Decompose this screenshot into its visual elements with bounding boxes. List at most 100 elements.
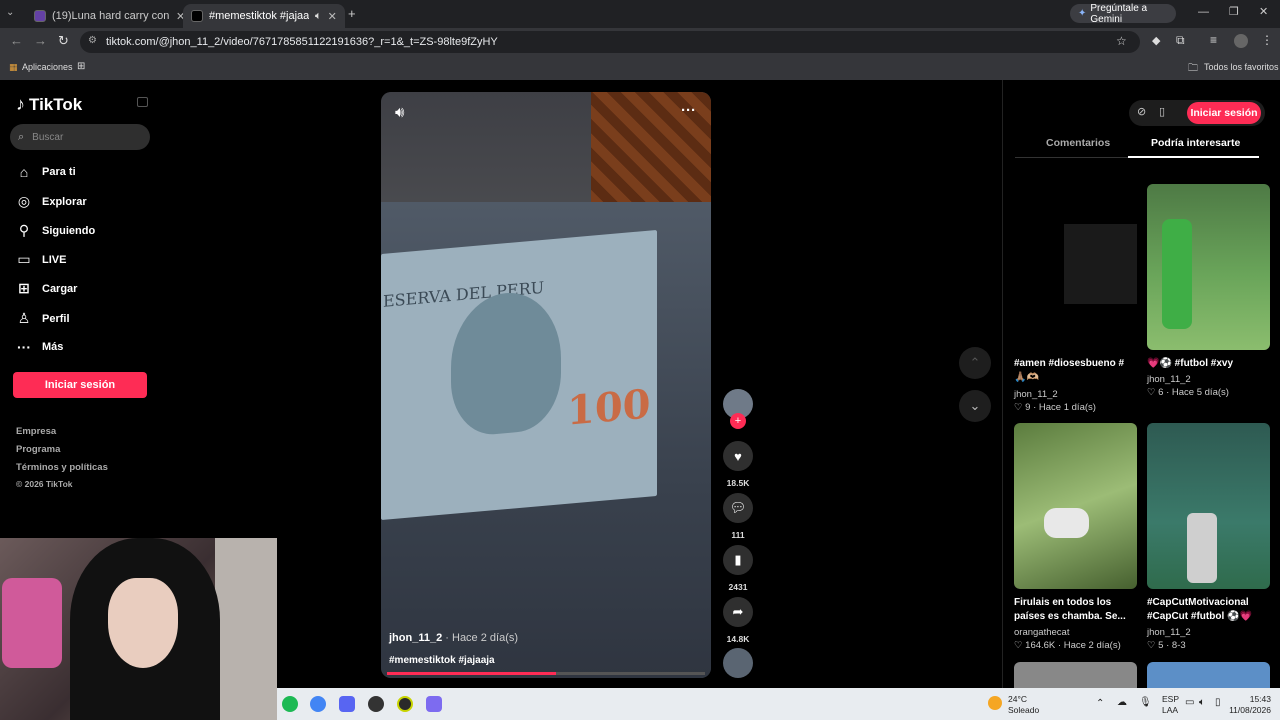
phone-icon[interactable]: ▯ (1159, 105, 1165, 118)
close-window-icon[interactable]: ✕ (1259, 5, 1268, 18)
tab-podria-interesarte[interactable]: Podría interesarte (1151, 137, 1240, 149)
bookmarks-bar: ▦ Aplicaciones ⊞ 🗀 Todos los favoritos (0, 56, 1280, 80)
speaker-icon[interactable]: 🔈︎ (315, 10, 322, 23)
more-icon: ··· (17, 339, 31, 355)
spotify-icon[interactable] (282, 696, 298, 712)
coin-icon[interactable]: ⊘ (1137, 105, 1146, 118)
close-icon[interactable]: ✕ (328, 10, 337, 23)
card-title[interactable]: 💗⚽ #futbol #xvy (1147, 357, 1265, 371)
more-options-icon[interactable]: ··· (681, 102, 696, 119)
lang-code[interactable]: ESP (1162, 694, 1179, 704)
card-author[interactable]: orangathecat (1014, 627, 1069, 638)
app-icon[interactable] (426, 696, 442, 712)
obs-icon[interactable] (368, 696, 384, 712)
next-video-icon[interactable]: ⌄ (959, 390, 991, 422)
all-bookmarks[interactable]: Todos los favoritos (1204, 62, 1279, 72)
nav-live[interactable]: ▭ LIVE (16, 251, 66, 268)
share-icon[interactable]: ➦ (723, 597, 753, 627)
forward-icon[interactable]: → (34, 33, 47, 48)
video-caption[interactable]: #memestiktok #jajaaja (389, 655, 495, 666)
profile-avatar[interactable] (1234, 34, 1248, 48)
url-field[interactable]: ⚙ tiktok.com/@jhon_11_2/video/7671785851… (80, 31, 1140, 53)
reload-icon[interactable]: ↻ (58, 33, 69, 49)
nav-cargar[interactable]: ⊞ Cargar (16, 280, 77, 297)
puzzle-icon[interactable]: ⧉ (1176, 33, 1185, 48)
music-disc-icon[interactable] (723, 648, 753, 678)
collapse-sidebar-icon[interactable] (137, 97, 148, 107)
media-icon[interactable]: ≡ (1210, 33, 1217, 47)
video-thumbnail[interactable] (1014, 423, 1137, 589)
nav-siguiendo[interactable]: ⚲ Siguiendo (16, 222, 95, 239)
gemini-button[interactable]: ✦ Pregúntale a Gemini (1070, 3, 1176, 25)
save-action[interactable]: ▮ 2431 (723, 545, 753, 592)
thumbnail-player (1162, 219, 1192, 329)
lang-layout[interactable]: LAA (1162, 705, 1178, 715)
nav-mas[interactable]: ··· Más (16, 339, 63, 355)
card-title[interactable]: #CapCutMotivacional #CapCut #futbol ⚽💗 (1147, 596, 1265, 624)
comment-action[interactable]: 💬︎ 111 (723, 493, 753, 540)
battery-icon[interactable]: ▯ (1215, 697, 1221, 708)
video-thumbnail[interactable] (1147, 423, 1270, 589)
volume-tray-icon[interactable]: 🔈︎ (1199, 697, 1205, 708)
menu-icon[interactable]: ⋮ (1261, 33, 1273, 47)
card-title[interactable]: #amen #diosesbueno # 🙏🏽🫶🏼 (1014, 357, 1132, 385)
app-icon[interactable] (397, 696, 413, 712)
compass-icon: ◎ (17, 193, 31, 209)
comment-icon[interactable]: 💬︎ (723, 493, 753, 523)
video-thumbnail[interactable] (1147, 184, 1270, 350)
footer-terminos[interactable]: Términos y políticas (16, 462, 108, 473)
like-action[interactable]: ♥ 18.5K (723, 441, 753, 488)
right-login-button[interactable]: Iniciar sesión (1187, 102, 1261, 124)
card-author[interactable]: jhon_11_2 (1147, 627, 1191, 638)
nav-explorar[interactable]: ◎ Explorar (16, 193, 87, 210)
card-author[interactable]: jhon_11_2 (1014, 389, 1058, 400)
minimize-icon[interactable]: — (1198, 6, 1209, 18)
folder-icon: 🗀 (1188, 63, 1198, 74)
video-player[interactable]: ESERVA DEL PERU 100 🔊︎ ··· jhon_11_2 · H… (381, 92, 711, 678)
tab-comentarios[interactable]: Comentarios (1046, 137, 1110, 149)
video-author[interactable]: jhon_11_2 (389, 632, 442, 644)
bookmark-star-icon[interactable]: ☆ (1116, 34, 1127, 48)
footer-empresa[interactable]: Empresa (16, 426, 56, 437)
tab-search-icon[interactable]: ⌄ (6, 7, 14, 18)
video-thumbnail[interactable] (1014, 662, 1137, 688)
nav-perfil[interactable]: ♙ Perfil (16, 310, 70, 327)
bookmark-apps[interactable]: Aplicaciones (22, 62, 73, 72)
login-button[interactable]: Iniciar sesión (13, 372, 147, 398)
thumbnail-cat (1044, 508, 1089, 538)
nav-para-ti[interactable]: ⌂ Para ti (16, 164, 76, 180)
heart-icon[interactable]: ♥ (723, 441, 753, 471)
new-tab-icon[interactable]: + (348, 6, 356, 21)
mic-icon[interactable]: 🎙︎ (1139, 697, 1152, 708)
site-info-icon[interactable]: ⚙ (88, 35, 97, 46)
cloud-icon[interactable]: ☁ (1117, 697, 1127, 708)
search-input[interactable]: ⌕ Buscar (10, 124, 150, 150)
monitor-icon[interactable]: ▭ (1185, 697, 1194, 708)
tab-groups-icon[interactable]: ⊞ (77, 61, 85, 72)
volume-icon[interactable]: 🔊︎ (395, 104, 404, 121)
card-author[interactable]: jhon_11_2 (1147, 374, 1191, 385)
chrome-icon[interactable] (310, 696, 326, 712)
previous-video-icon[interactable]: ⌃ (959, 347, 991, 379)
following-icon: ⚲ (18, 222, 30, 238)
video-thumbnail[interactable] (1014, 184, 1137, 350)
footer-programa[interactable]: Programa (16, 444, 60, 455)
video-progress-bar[interactable] (387, 672, 705, 675)
weather-icon[interactable] (988, 696, 1002, 710)
clock-time[interactable]: 15:43 (1233, 694, 1271, 704)
tray-chevron-icon[interactable]: ⌃ (1096, 698, 1104, 709)
card-stats: ♡ 9 · Hace 1 día(s) (1014, 402, 1096, 413)
bookmark-icon[interactable]: ▮ (723, 545, 753, 575)
tab-tiktok[interactable]: #memestiktok #jajaaja | Tik 🔈︎ ✕ (183, 4, 345, 28)
follow-plus-icon[interactable]: + (730, 413, 746, 429)
tab-luna[interactable]: (19)Luna hard carry con daga c ✕ (26, 4, 193, 28)
video-thumbnail[interactable] (1147, 662, 1270, 688)
clock-date[interactable]: 11/08/2026 (1223, 705, 1271, 715)
share-action[interactable]: ➦ 14.8K (723, 597, 753, 644)
discord-icon[interactable] (339, 696, 355, 712)
tiktok-logo[interactable]: ♪ TikTok (16, 94, 82, 115)
restore-icon[interactable]: ❐ (1229, 5, 1239, 18)
extension-icon[interactable]: ◆ (1152, 34, 1160, 47)
back-icon[interactable]: ← (10, 33, 23, 48)
card-title[interactable]: Firulais en todos los países es chamba. … (1014, 596, 1132, 624)
